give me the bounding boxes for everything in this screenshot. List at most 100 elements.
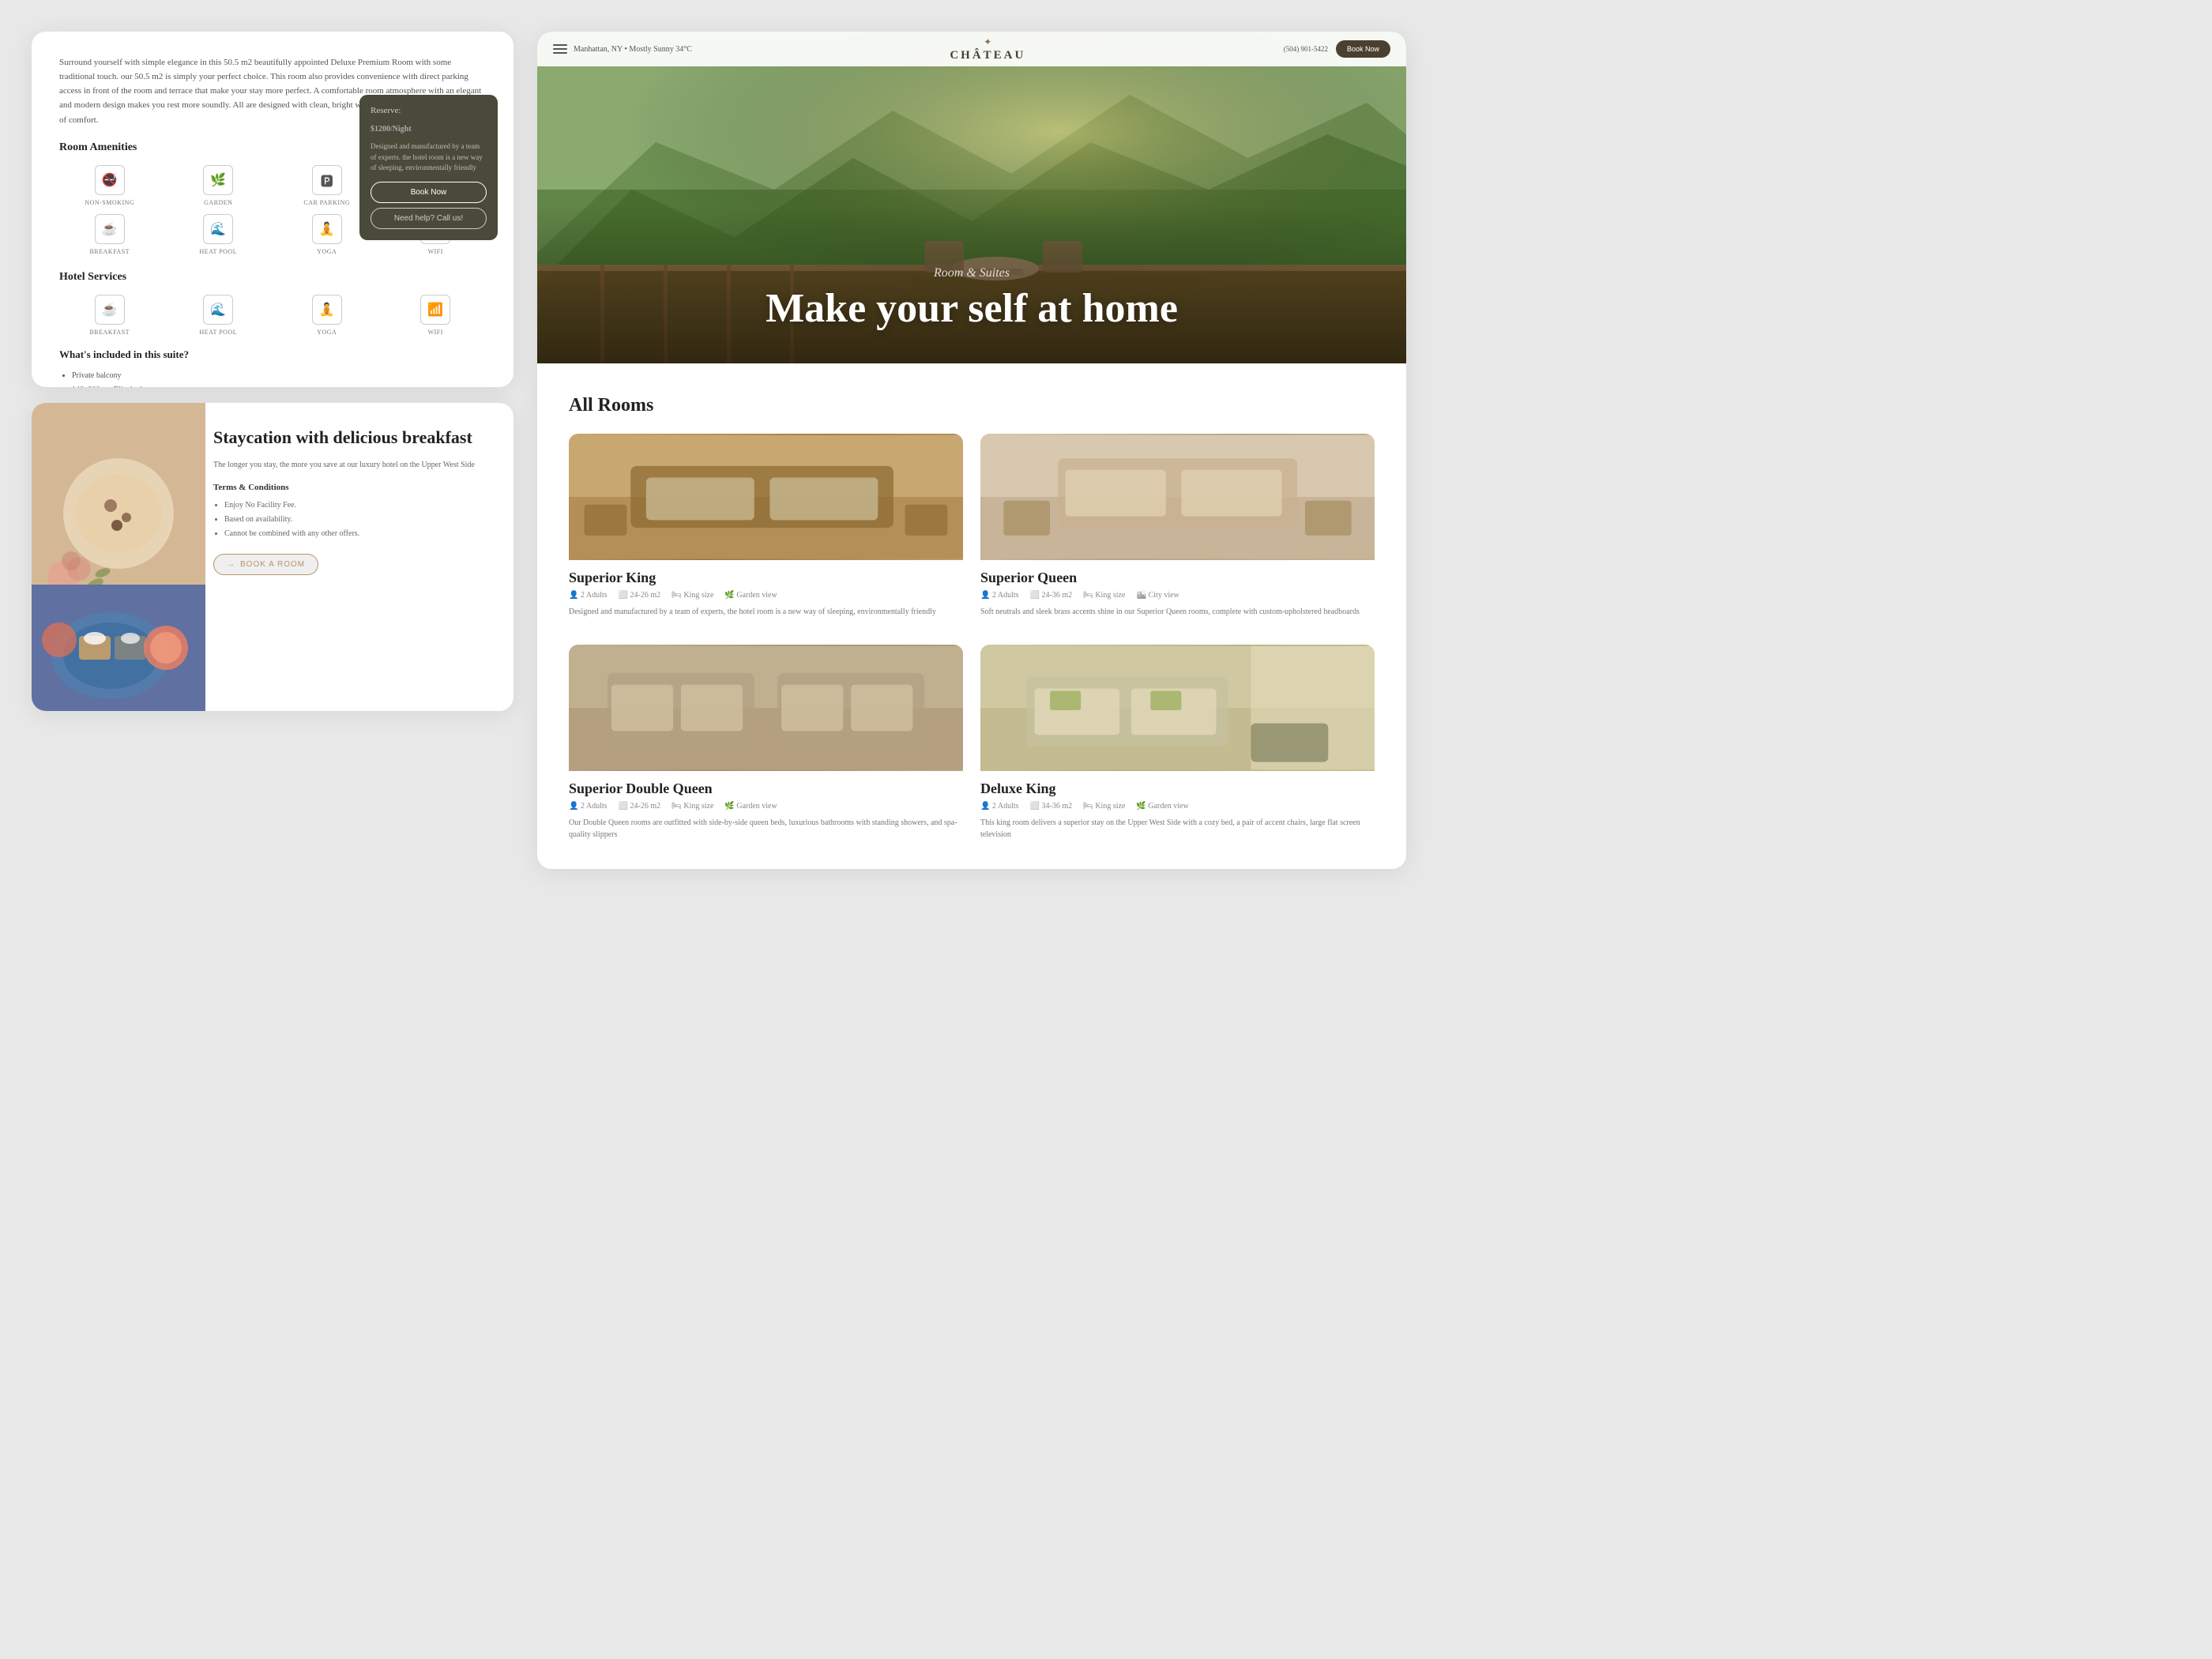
room-info-double-queen: Superior Double Queen 👤 2 Adults ⬜ 24-26… <box>569 771 963 850</box>
service-breakfast-icon: ☕ <box>95 295 125 325</box>
breakfast-icon: ☕ <box>95 214 125 244</box>
room-info-king: Superior King 👤 2 Adults ⬜ 24-26 m2 🛏 Ki… <box>569 560 963 627</box>
room-info-queen: Superior Queen 👤 2 Adults ⬜ 24-36 m2 🛏 K… <box>980 560 1375 627</box>
hotel-header: Manhattan, NY • Mostly Sunny 34°C ✦ CHÂT… <box>537 32 1406 66</box>
service-yoga-label: YOGA <box>317 329 337 336</box>
reserve-label: Reserve: <box>371 106 487 115</box>
rooms-grid: Superior King 👤 2 Adults ⬜ 24-26 m2 🛏 Ki… <box>569 434 1375 850</box>
hotel-location: Manhattan, NY • Mostly Sunny 34°C <box>574 45 692 54</box>
room-name-double-queen: Superior Double Queen <box>569 781 963 797</box>
hotel-website-panel: Manhattan, NY • Mostly Sunny 34°C ✦ CHÂT… <box>537 32 1406 869</box>
non-smoking-label: NON-SMOKING <box>85 199 134 206</box>
meta-view: 🌿 Garden view <box>1136 802 1188 811</box>
need-help-button[interactable]: Need help? Call us! <box>371 208 487 229</box>
service-yoga-icon: 🧘 <box>312 295 342 325</box>
meta-view: 🌿 Garden view <box>724 802 777 811</box>
room-meta-queen: 👤 2 Adults ⬜ 24-36 m2 🛏 King size 🏙 City… <box>980 591 1375 600</box>
meta-size: ⬜ 34-36 m2 <box>1030 802 1073 811</box>
meta-bed: 🛏 King size <box>1083 802 1125 811</box>
amenity-breakfast: ☕ BREAKFAST <box>59 214 160 255</box>
hero-title: Make your self at home <box>537 285 1406 332</box>
meta-adults: 👤 2 Adults <box>980 591 1019 600</box>
meta-view: 🌿 Garden view <box>724 591 777 600</box>
room-name-deluxe-king: Deluxe King <box>980 781 1375 797</box>
room-card-superior-king[interactable]: Superior King 👤 2 Adults ⬜ 24-26 m2 🛏 Ki… <box>569 434 963 627</box>
header-right: (504) 901-5422 Book Now <box>1284 40 1390 58</box>
amenity-garden: 🌿 GARDEN <box>168 165 269 206</box>
car-parking-icon: 🅿 <box>312 165 342 195</box>
room-image-king <box>569 434 963 560</box>
room-card-superior-queen[interactable]: Superior Queen 👤 2 Adults ⬜ 24-36 m2 🛏 K… <box>980 434 1375 627</box>
terms-list: Enjoy No Facility Fee. Based on availabi… <box>213 498 486 541</box>
room-card-double-queen[interactable]: Superior Double Queen 👤 2 Adults ⬜ 24-26… <box>569 645 963 850</box>
breakfast-label: BREAKFAST <box>89 248 130 255</box>
room-info-deluxe-king: Deluxe King 👤 2 Adults ⬜ 34-36 m2 🛏 King… <box>980 771 1375 850</box>
meta-bed: 🛏 King size <box>672 802 713 811</box>
meta-adults: 👤 2 Adults <box>569 802 608 811</box>
staycation-title: Staycation with delicious breakfast <box>213 427 486 450</box>
hotel-services-section: Hotel Services ☕ BREAKFAST 🌊 HEAT POOL 🧘… <box>59 271 486 336</box>
yoga-label: YOGA <box>317 248 337 255</box>
rooms-title: All Rooms <box>569 395 1375 416</box>
hotel-logo: CHÂTEAU <box>950 49 1025 62</box>
meta-bed: 🛏 King size <box>1083 591 1125 600</box>
room-desc-double-queen: Our Double Queen rooms are outfitted wit… <box>569 817 963 841</box>
service-wifi-label: WIFI <box>428 329 443 336</box>
service-heat-pool: 🌊 HEAT POOL <box>168 295 269 336</box>
room-card-deluxe-king[interactable]: Deluxe King 👤 2 Adults ⬜ 34-36 m2 🛏 King… <box>980 645 1375 850</box>
staycation-description: The longer you stay, the more you save a… <box>213 459 486 472</box>
food-image-bottom <box>32 585 205 711</box>
room-desc-king: Designed and manufactured by a team of e… <box>569 606 963 618</box>
room-image-queen <box>980 434 1375 560</box>
rooms-section: All Rooms <box>537 371 1406 869</box>
hotel-book-now-button[interactable]: Book Now <box>1336 40 1390 58</box>
meta-size: ⬜ 24-26 m2 <box>619 802 661 811</box>
reserve-description: Designed and manufactured by a team of e… <box>371 141 487 174</box>
heat-pool-icon: 🌊 <box>203 214 233 244</box>
food-image-left <box>32 403 205 608</box>
list-item: Enjoy No Facility Fee. <box>224 498 486 513</box>
meta-bed: 🛏 King size <box>672 591 713 600</box>
amenity-non-smoking: 🚭 NON-SMOKING <box>59 165 160 206</box>
room-name-king: Superior King <box>569 570 963 586</box>
room-name-queen: Superior Queen <box>980 570 1375 586</box>
hotel-phone: (504) 901-5422 <box>1284 45 1328 53</box>
hotel-services-grid: ☕ BREAKFAST 🌊 HEAT POOL 🧘 YOGA 📶 WIFI <box>59 295 486 336</box>
list-item: Based on availability. <box>224 513 486 527</box>
service-breakfast-label: BREAKFAST <box>89 329 130 336</box>
staycation-card: Staycation with delicious breakfast The … <box>32 403 514 711</box>
garden-label: GARDEN <box>204 199 232 206</box>
hotel-hero: Room & Suites Make your self at home <box>537 32 1406 363</box>
staycation-content: Staycation with delicious breakfast The … <box>213 427 486 575</box>
list-item: 140×200 cm Elite bed <box>72 383 486 387</box>
hotel-services-title: Hotel Services <box>59 271 486 284</box>
service-breakfast: ☕ BREAKFAST <box>59 295 160 336</box>
yoga-icon: 🧘 <box>312 214 342 244</box>
meta-view: 🏙 City view <box>1136 591 1179 600</box>
hero-text: Room & Suites Make your self at home <box>537 266 1406 332</box>
room-image-double-queen <box>569 645 963 771</box>
hotel-logo-container: ✦ CHÂTEAU <box>950 36 1025 62</box>
room-meta-double-queen: 👤 2 Adults ⬜ 24-26 m2 🛏 King size 🌿 Gard… <box>569 802 963 811</box>
list-item: Private balcony <box>72 369 486 383</box>
room-meta-king: 👤 2 Adults ⬜ 24-26 m2 🛏 King size 🌿 Gard… <box>569 591 963 600</box>
room-meta-deluxe-king: 👤 2 Adults ⬜ 34-36 m2 🛏 King size 🌿 Gard… <box>980 802 1375 811</box>
included-list: Private balcony 140×200 cm Elite bed Uph… <box>59 369 486 387</box>
book-a-room-button[interactable]: → BOOK A ROOM <box>213 554 318 575</box>
header-left: Manhattan, NY • Mostly Sunny 34°C <box>553 44 692 54</box>
car-parking-label: CAR PARKING <box>303 199 350 206</box>
meta-size: ⬜ 24-36 m2 <box>1030 591 1073 600</box>
garden-icon: 🌿 <box>203 165 233 195</box>
book-now-button[interactable]: Book Now <box>371 182 487 203</box>
included-title: What's included in this suite? <box>59 348 486 361</box>
room-desc-queen: Soft neutrals and sleek brass accents sh… <box>980 606 1375 618</box>
room-desc-deluxe-king: This king room delivers a superior stay … <box>980 817 1375 841</box>
reserve-box: Reserve: $1200/Night Designed and manufa… <box>359 95 498 240</box>
room-image-deluxe <box>980 645 1375 771</box>
hamburger-menu-icon[interactable] <box>553 44 567 54</box>
meta-size: ⬜ 24-26 m2 <box>619 591 661 600</box>
wifi-label: WIFI <box>428 248 443 255</box>
non-smoking-icon: 🚭 <box>95 165 125 195</box>
service-wifi: 📶 WIFI <box>386 295 487 336</box>
hero-subtitle: Room & Suites <box>537 266 1406 280</box>
